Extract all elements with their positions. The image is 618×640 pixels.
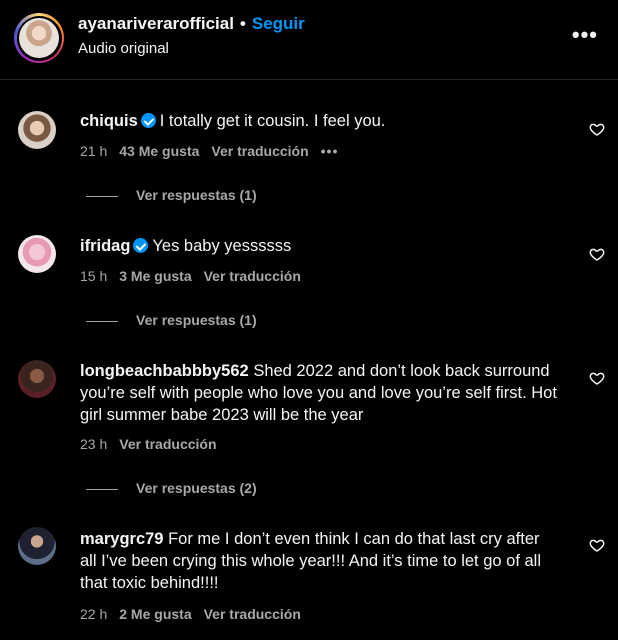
like-heart-icon[interactable] <box>589 537 605 553</box>
verified-badge-icon <box>140 113 156 128</box>
separator-dot: • <box>239 14 246 33</box>
comment-time: 22 h <box>80 606 108 622</box>
like-heart-icon[interactable] <box>589 370 605 386</box>
comment-text: Yes baby yessssss <box>152 237 292 255</box>
replies-divider <box>86 195 118 197</box>
view-replies-button[interactable]: Ver respuestas (2) <box>86 480 257 496</box>
comment-more-icon[interactable]: ••• <box>321 143 339 159</box>
verified-badge-icon <box>133 238 149 253</box>
replies-divider <box>86 488 118 490</box>
comment-likes[interactable]: 43 Me gusta <box>119 143 199 159</box>
more-options-icon[interactable]: ••• <box>572 22 598 48</box>
author-username[interactable]: ayanariverarofficial <box>78 14 234 33</box>
comment-likes[interactable]: 3 Me gusta <box>119 268 191 284</box>
translate-link[interactable]: Ver traducción <box>119 436 216 452</box>
reel-header: ayanariverarofficial • Seguir Audio origin… <box>0 0 618 80</box>
replies-divider <box>86 320 118 322</box>
view-replies-label: Ver respuestas (1) <box>136 312 257 328</box>
follow-button[interactable]: Seguir <box>252 14 305 33</box>
commenter-avatar[interactable] <box>18 111 56 149</box>
view-replies-label: Ver respuestas (2) <box>136 480 257 496</box>
commenter-avatar[interactable] <box>18 235 56 273</box>
comment-time: 21 h <box>80 143 108 159</box>
commenter-avatar[interactable] <box>18 360 56 398</box>
commenter-username[interactable]: longbeachbabbby562 <box>80 362 249 380</box>
translate-link[interactable]: Ver traducción <box>211 143 308 159</box>
view-replies-button[interactable]: Ver respuestas (1) <box>86 312 257 328</box>
author-avatar[interactable] <box>14 13 64 63</box>
comment-time: 23 h <box>80 436 108 452</box>
commenter-username[interactable]: chiquis <box>80 112 138 130</box>
comment-time: 15 h <box>80 268 108 284</box>
like-heart-icon[interactable] <box>589 121 605 137</box>
translate-link[interactable]: Ver traducción <box>204 606 301 622</box>
commenter-username[interactable]: ifridag <box>80 237 130 255</box>
translate-link[interactable]: Ver traducción <box>204 268 301 284</box>
view-replies-label: Ver respuestas (1) <box>136 187 257 203</box>
comment-likes[interactable]: 2 Me gusta <box>119 606 191 622</box>
like-heart-icon[interactable] <box>589 246 605 262</box>
commenter-username[interactable]: marygrc79 <box>80 530 163 548</box>
comment-text: I totally get it cousin. I feel you. <box>159 112 386 130</box>
view-replies-button[interactable]: Ver respuestas (1) <box>86 187 257 203</box>
audio-label[interactable]: Audio original <box>78 40 169 57</box>
commenter-avatar[interactable] <box>18 527 56 565</box>
author-avatar-photo <box>19 18 59 58</box>
